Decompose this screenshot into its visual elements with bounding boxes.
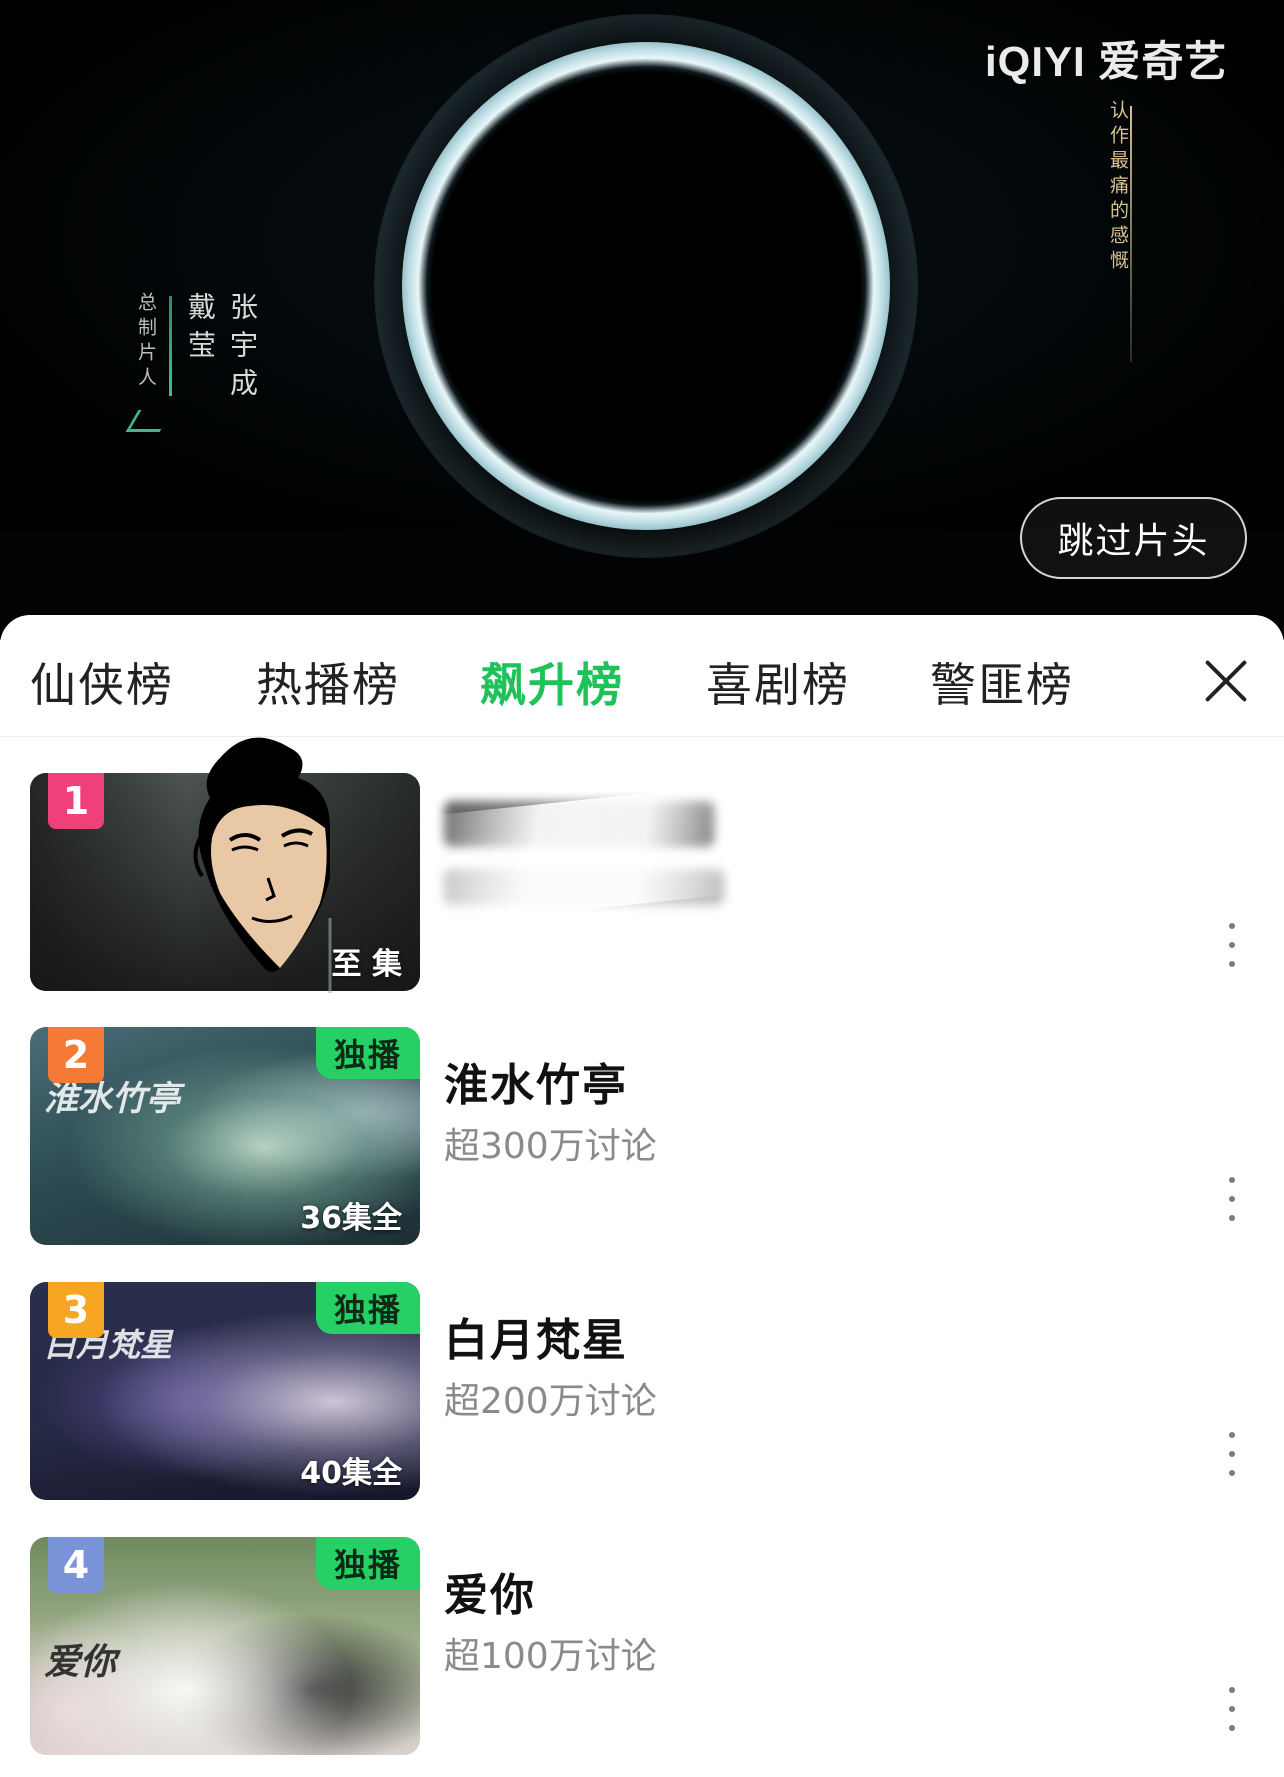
item-title: 爱你 (444, 1570, 536, 1621)
rank-badge: 3 (48, 1282, 104, 1338)
item-title: 淮水竹亭 (444, 1060, 628, 1111)
iqiyi-logo: iQIYI 爱奇艺 (985, 38, 1228, 85)
rank-badge: 1 (48, 773, 104, 829)
eclipse-image (374, 14, 918, 558)
tab-police[interactable]: 警匪榜 (930, 649, 1074, 715)
list-item[interactable]: 淮水竹亭 2 独播 36集全 淮水竹亭 超300万讨论 (0, 1027, 1284, 1249)
exclusive-badge: 独播 (315, 1537, 420, 1589)
tab-xianxia[interactable]: 仙侠榜 (30, 649, 174, 715)
poster-thumbnail: 淮水竹亭 2 独播 36集全 (30, 1027, 420, 1245)
more-options-icon[interactable] (1218, 1432, 1246, 1476)
exclusive-badge: 独播 (315, 1282, 420, 1334)
tab-rising[interactable]: 飙升榜 (480, 649, 624, 715)
credit-right-text: 认作最痛的感慨 (1107, 100, 1129, 275)
credit-divider (169, 296, 172, 396)
episode-count: 40集全 (300, 1456, 402, 1491)
tab-hot[interactable]: 热播榜 (256, 649, 400, 715)
more-options-icon[interactable] (1218, 1687, 1246, 1731)
rank-badge: 2 (48, 1027, 104, 1083)
rank-badge: 4 (48, 1537, 104, 1593)
tab-comedy[interactable]: 喜剧榜 (706, 649, 850, 715)
list-item[interactable]: 爱你 4 独播 爱你 超100万讨论 (0, 1537, 1284, 1759)
item-subtitle: 超200万讨论 (444, 1381, 657, 1422)
video-player[interactable]: iQIYI 爱奇艺 张宇成 戴莹 总制片人 认作最痛的感慨 跳过片头 (0, 0, 1284, 640)
close-icon[interactable] (1200, 655, 1252, 707)
credit-name-1: 张宇成 (226, 292, 259, 406)
credit-right-line (1130, 106, 1132, 362)
more-options-icon[interactable] (1218, 1177, 1246, 1221)
poster-thumbnail: 爱你 4 独播 (30, 1537, 420, 1755)
exclusive-badge: 独播 (315, 1027, 420, 1079)
more-options-icon[interactable] (1218, 923, 1246, 967)
credit-name-2: 戴莹 (184, 292, 217, 368)
list-item[interactable]: 白月梵星 3 独播 40集全 白月梵星 超200万讨论 (0, 1282, 1284, 1504)
ranking-tabs: 仙侠榜 热播榜 飙升榜 喜剧榜 警匪榜 (0, 615, 1284, 737)
cartoon-face-doodle (193, 737, 332, 993)
item-subtitle: 超100万讨论 (444, 1636, 657, 1677)
item-subtitle: 超300万讨论 (444, 1126, 657, 1167)
poster-title-text: 爱你 (44, 1641, 117, 1683)
producer-credit: 张宇成 戴莹 总制片人 (125, 292, 259, 432)
skip-intro-button[interactable]: 跳过片头 (1020, 497, 1247, 579)
item-title: 白月梵星 (444, 1315, 628, 1366)
episode-count: 36集全 (300, 1201, 402, 1236)
poster-thumbnail: 白月梵星 3 独播 40集全 (30, 1282, 420, 1500)
